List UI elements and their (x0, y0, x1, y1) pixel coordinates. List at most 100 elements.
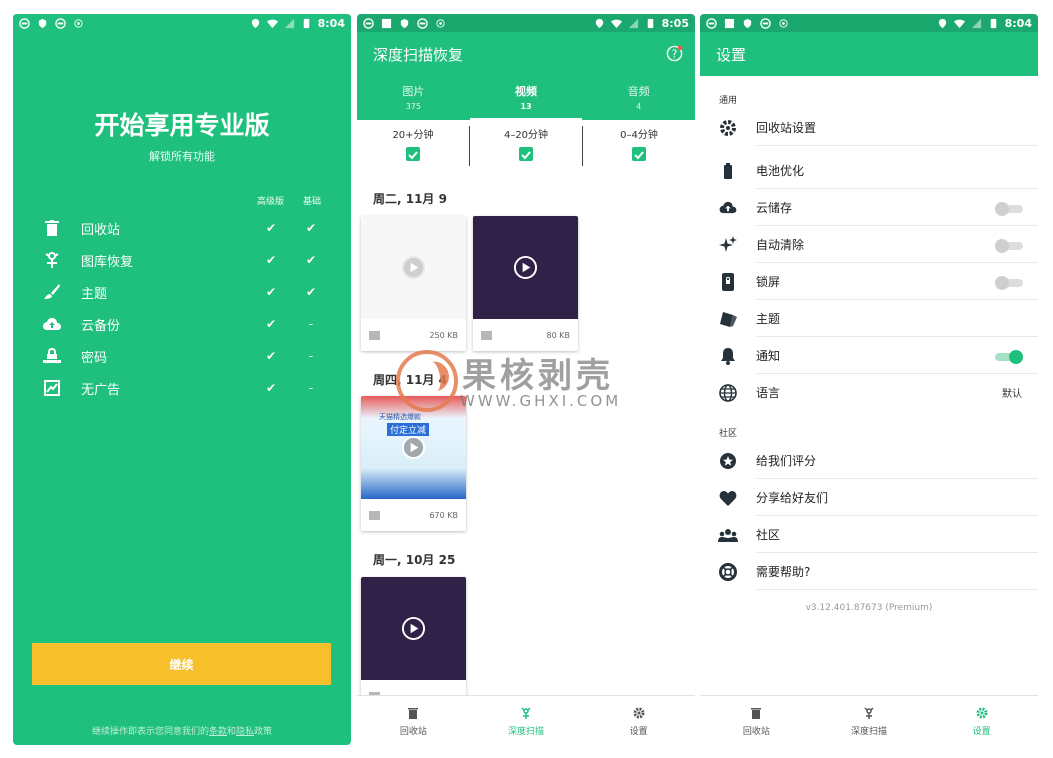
cloud-storage-toggle[interactable] (995, 201, 1023, 216)
nav-deep-scan[interactable]: 深度扫描 (813, 696, 926, 745)
people-icon (718, 525, 738, 545)
nav-deep-scan[interactable]: 深度扫描 (470, 696, 583, 745)
setting-auto-clean[interactable]: 自动清除 (700, 226, 1038, 263)
setting-label: 通知 (756, 349, 781, 363)
setting-rate-us[interactable]: 给我们评分 (700, 442, 1038, 479)
continue-button[interactable]: 继续 (32, 643, 331, 685)
theme-brush-icon (718, 309, 738, 329)
footer-text: 继续操作即表示您同意我们的 (91, 727, 209, 737)
setting-label: 语言 (756, 386, 781, 400)
feature-row: 云备份 ✔ - (41, 314, 331, 334)
upgrade-screen: 8:04 开始享用专业版 解锁所有功能 高级版 基础 回收站 ✔ ✔ 图库恢复 … (13, 14, 351, 745)
version-text: v3.12.401.87673 (Premium) (805, 603, 933, 613)
feature-label: 云备份 (81, 318, 121, 334)
nav-label: 深度扫描 (508, 727, 545, 737)
auto-clean-toggle[interactable] (995, 238, 1023, 253)
tab-label: 图片 (402, 85, 425, 98)
setting-community[interactable]: 社区 (700, 516, 1038, 553)
location-icon (595, 18, 603, 28)
premium-check: ✔ (265, 253, 277, 267)
feature-label: 密码 (81, 350, 108, 366)
hotspot-icon (779, 18, 788, 28)
media-tabs: 图片 375 视频 13 音频 4 (357, 76, 695, 120)
tab-audio[interactable]: 音频 4 (582, 76, 695, 120)
date-header: 周一, 10月 25 (373, 553, 456, 567)
setting-language[interactable]: 语言 默认 (700, 374, 1038, 411)
signal-icon (284, 18, 294, 28)
notifications-toggle[interactable] (995, 349, 1023, 364)
notification-icon (19, 17, 30, 29)
tab-count: 4 (636, 102, 642, 111)
nav-settings[interactable]: 设置 (925, 696, 1038, 745)
setting-theme[interactable]: 主题 (700, 300, 1038, 337)
setting-label: 给我们评分 (756, 454, 817, 468)
setting-label: 分享给好友们 (756, 491, 829, 505)
upgrade-title: 开始享用专业版 (94, 111, 270, 140)
premium-check: ✔ (265, 317, 277, 331)
filter-long[interactable]: 20+分钟 (357, 126, 469, 166)
footer-text: 和 (226, 727, 236, 737)
video-thumbnail (361, 577, 466, 680)
premium-check: ✔ (265, 381, 277, 395)
shield-icon (38, 18, 47, 28)
video-card[interactable] (361, 577, 466, 712)
feature-label: 图库恢复 (81, 254, 134, 270)
recovery-icon (41, 250, 63, 270)
filter-medium[interactable]: 4–20分钟 (469, 126, 582, 166)
setting-cloud-storage[interactable]: 云储存 (700, 189, 1038, 226)
basic-check: - (308, 381, 314, 395)
signal-icon (628, 18, 638, 28)
tab-label: 视频 (515, 85, 537, 98)
filter-checkbox[interactable] (406, 147, 420, 161)
sparkle-icon (718, 235, 738, 255)
basic-check: ✔ (305, 221, 317, 235)
bell-icon (718, 346, 738, 366)
upgrade-subtitle: 解锁所有功能 (149, 150, 215, 163)
tab-images[interactable]: 图片 375 (357, 76, 470, 120)
page-title: 设置 (716, 46, 747, 64)
filter-checkbox[interactable] (632, 147, 646, 161)
setting-battery[interactable]: 电池优化 (700, 152, 1038, 189)
notification-icon (363, 17, 374, 29)
location-icon (251, 18, 259, 28)
video-thumbnail: 天猫精选爆款 付定立减 (361, 396, 466, 499)
lock-screen-icon (718, 272, 738, 292)
file-size: 670 KB (429, 510, 458, 520)
help-icon[interactable]: ? (666, 45, 683, 62)
nav-recycle-bin[interactable]: 回收站 (700, 696, 813, 745)
no-ads-icon (41, 378, 63, 398)
setting-share[interactable]: 分享给好友们 (700, 479, 1038, 516)
signal-icon (971, 18, 981, 28)
battery-icon (647, 18, 653, 28)
play-icon (513, 255, 538, 280)
wifi-icon (266, 19, 278, 28)
video-card[interactable]: 天猫精选爆款 付定立减 670 KB (361, 396, 466, 531)
setting-lock-screen[interactable]: 锁屏 (700, 263, 1038, 300)
filter-label: 0–4分钟 (620, 130, 658, 141)
terms-link[interactable]: 条款 (209, 727, 227, 737)
feature-row: 密码 ✔ - (41, 346, 331, 366)
feature-label: 主题 (81, 286, 108, 302)
tab-videos[interactable]: 视频 13 (469, 76, 583, 120)
nav-settings[interactable]: 设置 (582, 696, 695, 745)
premium-check: ✔ (265, 285, 277, 299)
ad-text: 天猫精选爆款 (379, 413, 421, 421)
video-card[interactable]: 250 KB (361, 216, 466, 351)
feature-row: 无广告 ✔ - (41, 378, 331, 398)
app-bar: 设置 (700, 32, 1038, 76)
nav-recycle-bin[interactable]: 回收站 (357, 696, 470, 745)
setting-notifications[interactable]: 通知 (700, 337, 1038, 374)
setting-help[interactable]: 需要帮助? (700, 553, 1038, 590)
filter-checkbox[interactable] (519, 147, 533, 161)
privacy-link[interactable]: 隐私 (236, 727, 254, 737)
setting-recycle-bin[interactable]: 回收站设置 (700, 109, 1038, 146)
notification-icon (706, 17, 717, 29)
notification-icon (55, 17, 66, 29)
lock-screen-toggle[interactable] (995, 275, 1023, 290)
terms-footer: 继续操作即表示您同意我们的条款和隐私政策 (13, 724, 351, 737)
battery-icon (718, 161, 738, 181)
star-icon (718, 451, 738, 471)
video-card[interactable]: 80 KB (473, 216, 578, 351)
filter-short[interactable]: 0–4分钟 (582, 126, 695, 166)
status-bar: 8:05 (357, 14, 695, 32)
